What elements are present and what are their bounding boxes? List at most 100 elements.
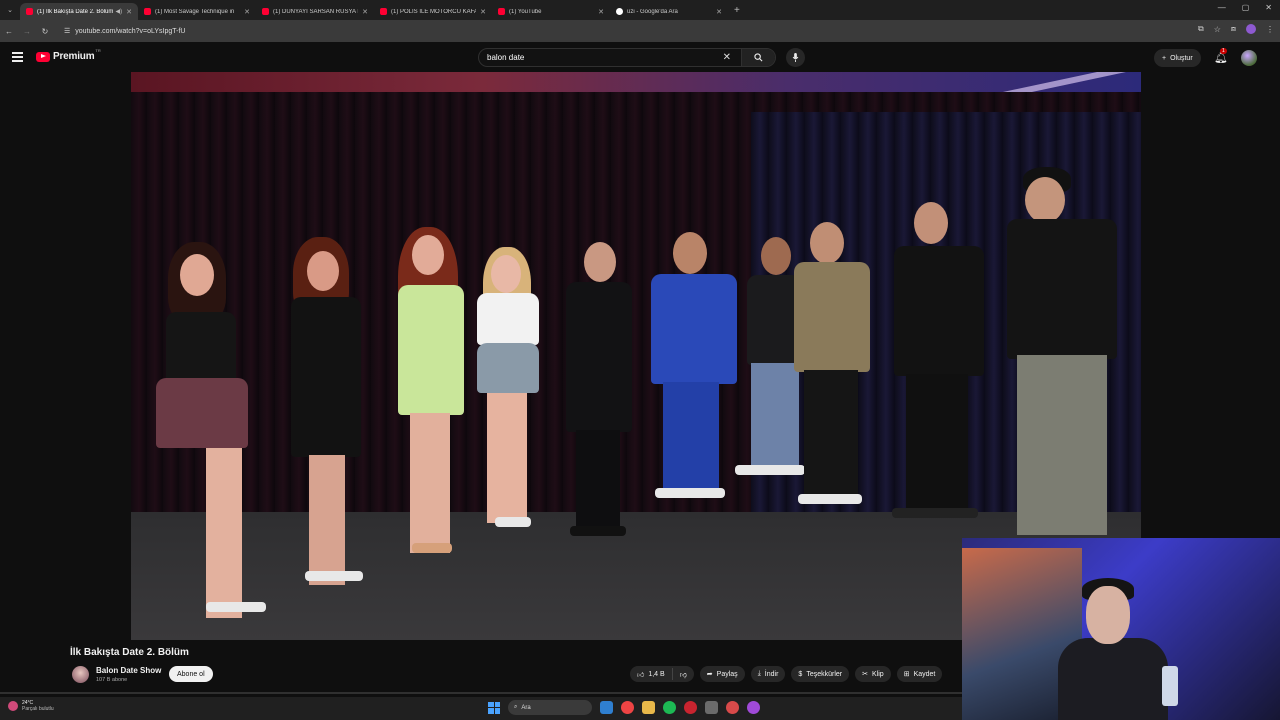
thumbs-up-icon: 👍︎ xyxy=(637,671,645,679)
address-bar-row: ← → ↻ ☰ youtube.com/watch?v=oLYsIpgT-fU … xyxy=(0,20,1280,42)
taskbar-search-label: Ara xyxy=(521,704,531,711)
url-text: youtube.com/watch?v=oLYsIpgT-fU xyxy=(75,27,186,35)
clip-button[interactable]: ✂ Klip xyxy=(855,666,891,682)
download-button[interactable]: ⤓ İndir xyxy=(750,666,786,682)
thanks-icon: $ xyxy=(798,670,803,678)
browser-tab[interactable]: (1) YouTube ✕ xyxy=(492,3,610,20)
install-app-icon[interactable]: ⧉ xyxy=(1198,24,1204,34)
logo-text: Premium xyxy=(53,51,95,62)
clip-label: Klip xyxy=(872,670,884,678)
page-divider xyxy=(0,692,962,694)
clear-search-icon[interactable]: ✕ xyxy=(723,52,731,63)
browser-tab[interactable]: (1) İlk Bakışta Date 2. Bölüm ◀) ✕ xyxy=(20,3,138,20)
browser-tab[interactable]: (1) Most Savage Technique in ✕ xyxy=(138,3,256,20)
bookmark-star-icon[interactable]: ☆ xyxy=(1214,25,1221,34)
chrome-profile-icon[interactable] xyxy=(747,701,760,714)
save-button[interactable]: ⊞ Kaydet xyxy=(896,666,943,682)
back-arrow-icon[interactable]: ← xyxy=(0,27,18,36)
bookmark-icon: ⊞ xyxy=(903,671,910,678)
settings-gear-icon[interactable] xyxy=(705,701,718,714)
tab-title: (1) DÜNYAYI SARSAN RUSYA D xyxy=(273,8,359,15)
new-tab-plus-icon[interactable]: + xyxy=(734,5,740,16)
youtube-icon xyxy=(380,8,387,15)
notification-badge: 1 xyxy=(1220,48,1227,54)
create-button[interactable]: + Oluştur xyxy=(1154,49,1201,67)
browser-tab-bar: ⌄ (1) İlk Bakışta Date 2. Bölüm ◀) ✕ (1)… xyxy=(0,0,1280,20)
windows-start-icon[interactable] xyxy=(488,701,500,714)
chrome-icon[interactable] xyxy=(621,701,634,714)
like-count: 1,4 B xyxy=(648,670,665,678)
steam-icon[interactable] xyxy=(600,701,613,714)
forward-arrow-icon[interactable]: → xyxy=(18,27,36,36)
scissors-icon: ✂ xyxy=(862,671,868,678)
extensions-icon[interactable]: ⧈ xyxy=(1231,24,1236,34)
share-button[interactable]: ➦ Paylaş xyxy=(699,666,745,682)
channel-avatar[interactable] xyxy=(72,666,89,683)
close-icon[interactable]: ✕ xyxy=(126,8,132,16)
tab-title: üzi - Google'da Ara xyxy=(627,8,678,15)
browser-profile-avatar[interactable] xyxy=(1246,24,1256,34)
subscribe-button[interactable]: Abone ol xyxy=(169,666,213,682)
search-icon: ⌕ xyxy=(514,704,518,710)
browser-tab[interactable]: (1) POLİS İLE MOTORCU KAFA ✕ xyxy=(374,3,492,20)
tab-title: (1) İlk Bakışta Date 2. Bölüm xyxy=(37,8,113,15)
close-icon[interactable]: ✕ xyxy=(244,8,250,16)
tab-search-chevron-icon[interactable]: ⌄ xyxy=(0,0,20,20)
download-icon: ⤓ xyxy=(757,670,761,677)
taskbar-search[interactable]: ⌕ Ara xyxy=(508,700,592,715)
youtube-icon xyxy=(26,8,33,15)
minimize-icon[interactable]: — xyxy=(1218,3,1226,12)
chrome-profile-icon[interactable] xyxy=(726,701,739,714)
speaker-icon[interactable]: ◀) xyxy=(116,8,123,15)
account-avatar[interactable] xyxy=(1241,50,1257,66)
reload-icon[interactable]: ↻ xyxy=(36,27,54,36)
close-icon[interactable]: ✕ xyxy=(480,8,486,16)
maximize-icon[interactable]: ▢ xyxy=(1242,3,1250,12)
country-code: TR xyxy=(95,48,101,53)
share-arrow-icon: ➦ xyxy=(706,671,713,678)
thanks-button[interactable]: $ Teşekkürler xyxy=(791,666,850,682)
tab-title: (1) POLİS İLE MOTORCU KAFA xyxy=(391,8,477,15)
subscriber-count: 107 B abone xyxy=(96,677,128,683)
streamer-body xyxy=(1058,638,1168,720)
hamburger-menu-icon[interactable] xyxy=(12,52,23,64)
video-actions: 👍︎ 1,4 B 👎︎ ➦ Paylaş ⤓ İndir $ Teşekkürl… xyxy=(630,666,943,682)
close-icon[interactable]: ✕ xyxy=(716,8,722,16)
tab-title: (1) YouTube xyxy=(509,8,542,15)
youtube-premium-logo[interactable]: Premium TR xyxy=(36,48,101,62)
notifications-bell-icon[interactable]: 🔔︎ 1 xyxy=(1214,48,1228,64)
search-button[interactable] xyxy=(741,49,775,66)
youtube-icon xyxy=(262,8,269,15)
windows-taskbar: 24°C Parçalı bulutlu ⌕ Ara xyxy=(0,697,962,720)
close-icon[interactable]: ✕ xyxy=(598,8,604,16)
voice-search-mic-icon[interactable] xyxy=(786,48,805,67)
url-field[interactable]: ☰ youtube.com/watch?v=oLYsIpgT-fU xyxy=(58,24,1168,39)
thumbs-down-icon: 👎︎ xyxy=(679,671,687,679)
weather-icon xyxy=(8,701,18,711)
browser-tab[interactable]: üzi - Google'da Ara ✕ xyxy=(610,3,728,20)
search-input[interactable]: balon date xyxy=(479,53,723,62)
youtube-icon xyxy=(144,8,151,15)
dislike-button[interactable]: 👎︎ xyxy=(673,670,694,679)
like-button[interactable]: 👍︎ 1,4 B xyxy=(630,668,673,680)
video-info: İlk Bakışta Date 2. Bölüm Balon Date Sho… xyxy=(0,640,962,692)
site-info-icon[interactable]: ☰ xyxy=(64,27,70,35)
like-dislike-group: 👍︎ 1,4 B 👎︎ xyxy=(630,666,694,682)
window-controls: — ▢ ✕ xyxy=(1218,3,1272,12)
thanks-label: Teşekkürler xyxy=(806,670,843,678)
close-icon[interactable]: ✕ xyxy=(362,8,368,16)
address-bar-actions: ⧉ ☆ ⧈ ⋮ xyxy=(1198,24,1274,34)
search-box[interactable]: balon date ✕ xyxy=(478,48,776,67)
search-icon xyxy=(754,53,763,62)
weather-description: Parçalı bulutlu xyxy=(22,706,54,712)
weather-widget[interactable]: 24°C Parçalı bulutlu xyxy=(8,700,54,712)
share-label: Paylaş xyxy=(716,670,738,678)
file-explorer-icon[interactable] xyxy=(642,701,655,714)
close-window-icon[interactable]: ✕ xyxy=(1265,3,1272,12)
spotify-icon[interactable] xyxy=(663,701,676,714)
browser-tab[interactable]: (1) DÜNYAYI SARSAN RUSYA D ✕ xyxy=(256,3,374,20)
browser-menu-icon[interactable]: ⋮ xyxy=(1266,25,1274,34)
valorant-icon[interactable] xyxy=(684,701,697,714)
channel-name[interactable]: Balon Date Show xyxy=(96,666,161,675)
drink-cup xyxy=(1162,666,1178,706)
